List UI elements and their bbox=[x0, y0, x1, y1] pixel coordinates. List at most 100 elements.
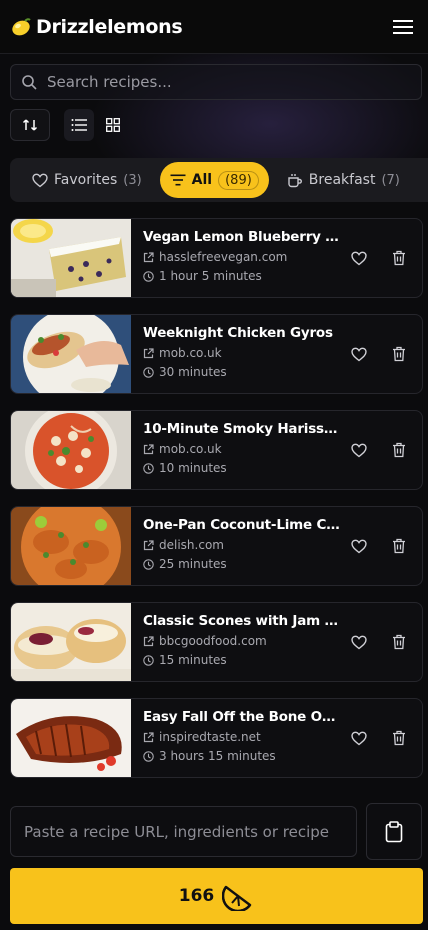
recipe-source-text: mob.co.uk bbox=[159, 442, 222, 456]
favorite-button[interactable] bbox=[350, 345, 368, 363]
favorite-button[interactable] bbox=[350, 249, 368, 267]
recipe-time: 25 minutes bbox=[143, 557, 341, 571]
app-header: Drizzlelemons bbox=[0, 0, 428, 54]
recipe-info: One-Pan Coconut-Lime Chi... delish.com 2… bbox=[131, 507, 343, 585]
recipe-title: Weeknight Chicken Gyros bbox=[143, 325, 333, 341]
recipe-time: 10 minutes bbox=[143, 461, 341, 475]
delete-button[interactable] bbox=[390, 633, 408, 651]
search-bar[interactable] bbox=[10, 64, 422, 100]
clipboard-icon bbox=[385, 820, 403, 842]
toolbar bbox=[10, 109, 128, 141]
recipe-list: Vegan Lemon Blueberry Cake hasslefreeveg… bbox=[10, 218, 423, 794]
search-input[interactable] bbox=[47, 73, 387, 91]
recipe-actions bbox=[350, 729, 408, 747]
list-view-button[interactable] bbox=[64, 109, 94, 141]
delete-button[interactable] bbox=[390, 537, 408, 555]
import-recipe-button[interactable]: 166 bbox=[10, 868, 423, 924]
favorite-button[interactable] bbox=[350, 633, 368, 651]
logo[interactable]: Drizzlelemons bbox=[10, 15, 183, 38]
lemon-slice-icon bbox=[222, 885, 252, 911]
clock-icon bbox=[143, 462, 154, 474]
hamburger-icon bbox=[393, 19, 413, 34]
sort-button[interactable] bbox=[10, 109, 50, 141]
recipe-time: 3 hours 15 minutes bbox=[143, 749, 341, 763]
recipe-time: 1 hour 5 minutes bbox=[143, 269, 341, 283]
app-name: Drizzlelemons bbox=[36, 15, 183, 38]
recipe-time-text: 3 hours 15 minutes bbox=[159, 749, 276, 763]
recipe-time-text: 1 hour 5 minutes bbox=[159, 269, 262, 283]
recipe-paste-input[interactable] bbox=[24, 822, 349, 841]
recipe-source[interactable]: mob.co.uk bbox=[143, 442, 341, 456]
recipe-source-text: bbcgoodfood.com bbox=[159, 634, 267, 648]
filter-chip-label: All bbox=[191, 172, 213, 188]
recipe-thumbnail bbox=[11, 219, 131, 297]
favorite-button[interactable] bbox=[350, 729, 368, 747]
filter-chip-favorites[interactable]: Favorites (3) bbox=[22, 162, 152, 198]
coffee-icon bbox=[288, 173, 302, 187]
recipe-card[interactable]: Easy Fall Off the Bone Oven ... inspired… bbox=[10, 698, 423, 778]
clock-icon bbox=[143, 558, 154, 570]
trash-icon bbox=[393, 346, 405, 362]
recipe-title: One-Pan Coconut-Lime Chi... bbox=[143, 517, 343, 533]
recipe-source-text: mob.co.uk bbox=[159, 346, 222, 360]
recipe-source[interactable]: hasslefreevegan.com bbox=[143, 250, 341, 264]
recipe-card[interactable]: One-Pan Coconut-Lime Chi... delish.com 2… bbox=[10, 506, 423, 586]
recipe-actions bbox=[350, 537, 408, 555]
heart-icon bbox=[351, 635, 367, 649]
filter-chip-more[interactable] bbox=[418, 162, 428, 198]
recipe-source-text: hasslefreevegan.com bbox=[159, 250, 288, 264]
filter-chip-count: (3) bbox=[123, 172, 142, 188]
heart-icon bbox=[32, 173, 48, 187]
delete-button[interactable] bbox=[390, 729, 408, 747]
external-link-icon bbox=[143, 539, 154, 550]
recipe-card[interactable]: Classic Scones with Jam & ... bbcgoodfoo… bbox=[10, 602, 423, 682]
filter-chip-label: Breakfast bbox=[308, 172, 376, 188]
recipe-card[interactable]: Vegan Lemon Blueberry Cake hasslefreeveg… bbox=[10, 218, 423, 298]
delete-button[interactable] bbox=[390, 345, 408, 363]
recipe-source[interactable]: delish.com bbox=[143, 538, 341, 552]
filter-chip-label: Favorites bbox=[54, 172, 118, 188]
favorite-button[interactable] bbox=[350, 537, 368, 555]
filter-chip-breakfast[interactable]: Breakfast (7) bbox=[277, 162, 410, 198]
recipe-title: Vegan Lemon Blueberry Cake bbox=[143, 229, 343, 245]
recipe-source[interactable]: bbcgoodfood.com bbox=[143, 634, 341, 648]
recipe-thumbnail bbox=[11, 411, 131, 489]
external-link-icon bbox=[143, 731, 154, 742]
delete-button[interactable] bbox=[390, 441, 408, 459]
recipe-source[interactable]: inspiredtaste.net bbox=[143, 730, 341, 744]
recipe-info: Weeknight Chicken Gyros mob.co.uk 30 min… bbox=[131, 315, 341, 393]
delete-button[interactable] bbox=[390, 249, 408, 267]
recipe-info: Easy Fall Off the Bone Oven ... inspired… bbox=[131, 699, 343, 777]
recipe-actions bbox=[350, 633, 408, 651]
clock-icon bbox=[143, 654, 154, 666]
recipe-time-text: 25 minutes bbox=[159, 557, 227, 571]
trash-icon bbox=[393, 730, 405, 746]
heart-icon bbox=[351, 443, 367, 457]
recipe-time-text: 10 minutes bbox=[159, 461, 227, 475]
recipe-actions bbox=[350, 345, 408, 363]
favorite-button[interactable] bbox=[350, 441, 368, 459]
grid-view-button[interactable] bbox=[98, 109, 128, 141]
recipe-info: Vegan Lemon Blueberry Cake hasslefreeveg… bbox=[131, 219, 343, 297]
filter-chip-all[interactable]: All (89) bbox=[159, 162, 269, 198]
search-icon bbox=[22, 75, 37, 90]
recipe-thumbnail bbox=[11, 603, 131, 681]
external-link-icon bbox=[143, 443, 154, 454]
recipe-paste-field[interactable] bbox=[10, 806, 357, 857]
grid-icon bbox=[106, 118, 120, 132]
recipe-card[interactable]: 10-Minute Smoky Harissa Cr... mob.co.uk … bbox=[10, 410, 423, 490]
recipe-source[interactable]: mob.co.uk bbox=[143, 346, 341, 360]
recipe-title: Easy Fall Off the Bone Oven ... bbox=[143, 709, 343, 725]
lemon-logo-icon bbox=[12, 17, 31, 35]
external-link-icon bbox=[143, 635, 154, 646]
heart-icon bbox=[351, 731, 367, 745]
trash-icon bbox=[393, 538, 405, 554]
menu-button[interactable] bbox=[390, 14, 416, 40]
clock-icon bbox=[143, 366, 154, 378]
external-link-icon bbox=[143, 347, 154, 358]
recipe-thumbnail bbox=[11, 699, 131, 777]
heart-icon bbox=[351, 251, 367, 265]
paste-from-clipboard-button[interactable] bbox=[366, 803, 422, 860]
filter-icon bbox=[170, 174, 186, 186]
recipe-card[interactable]: Weeknight Chicken Gyros mob.co.uk 30 min… bbox=[10, 314, 423, 394]
